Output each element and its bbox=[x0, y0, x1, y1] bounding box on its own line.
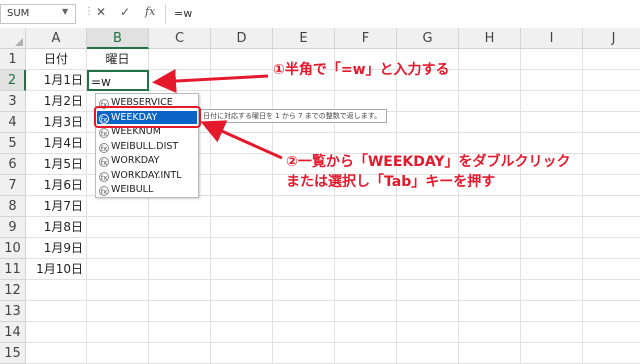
annotation-step2-line2: または選択し「Tab」キーを押す bbox=[286, 174, 496, 190]
arrow-step1 bbox=[152, 69, 269, 94]
cell-g15[interactable] bbox=[397, 343, 459, 364]
arrow-step2 bbox=[200, 120, 283, 160]
cell-c15[interactable] bbox=[149, 343, 211, 364]
cell-h15[interactable] bbox=[459, 343, 521, 364]
cell-d15[interactable] bbox=[211, 343, 273, 364]
annotation-step1: ①半角で「=w」と入力する bbox=[273, 62, 450, 78]
cell-e15[interactable] bbox=[273, 343, 335, 364]
cell-j15[interactable] bbox=[583, 343, 640, 364]
annotation-step2-line1: ②一覧から「WEEKDAY」をダブルクリック bbox=[286, 154, 571, 170]
cell-a15[interactable] bbox=[26, 343, 87, 364]
row-header-15[interactable]: 15 bbox=[0, 343, 26, 364]
cell-i15[interactable] bbox=[521, 343, 583, 364]
cell-b15[interactable] bbox=[87, 343, 149, 364]
cell-b2[interactable]: =w bbox=[87, 70, 149, 91]
cell-f15[interactable] bbox=[335, 343, 397, 364]
